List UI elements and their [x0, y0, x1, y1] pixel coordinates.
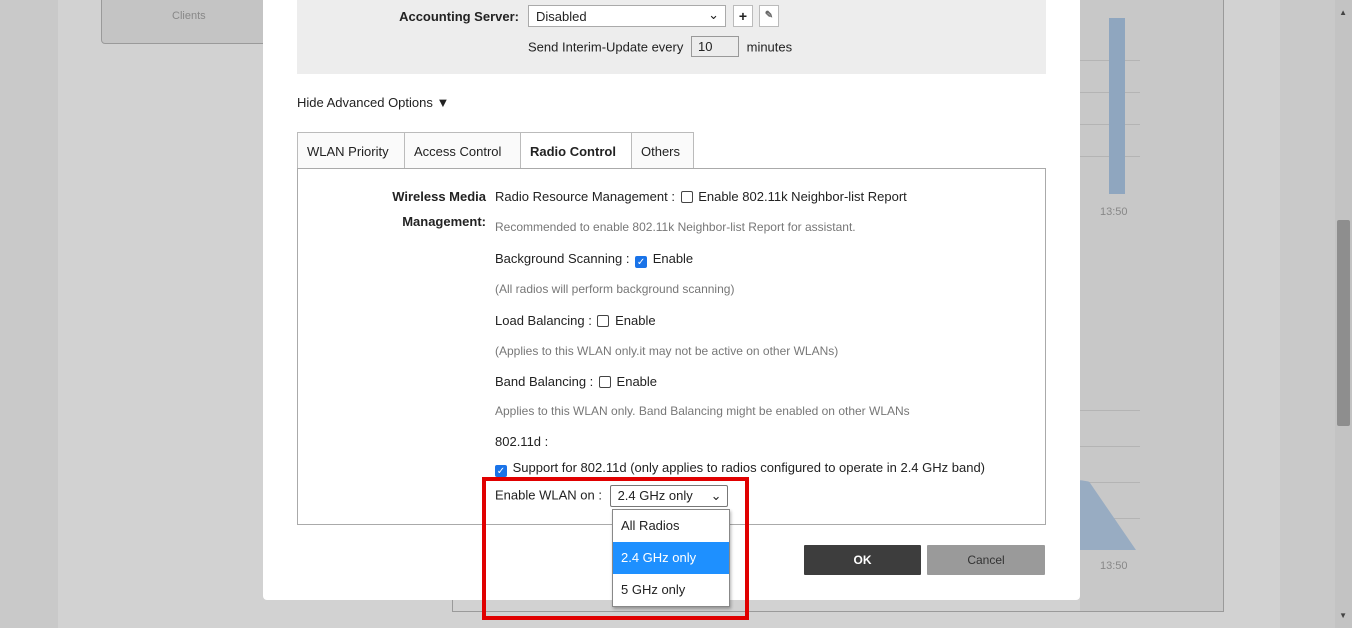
plus-icon[interactable]: +: [733, 5, 753, 27]
management-label: Management:: [402, 214, 486, 229]
rrm-checkbox-label: Enable 802.11k Neighbor-list Report: [698, 189, 907, 204]
interim-suffix: minutes: [746, 39, 793, 55]
accounting-section: Accounting Server: Disabled ⌄ + ✎ Send I…: [297, 0, 1046, 74]
band-balancing-checkbox-label: Enable: [616, 374, 658, 389]
chart-gridline: [1080, 446, 1140, 447]
scroll-down-icon[interactable]: ▼: [1339, 611, 1347, 620]
band-balancing-label: Band Balancing :: [495, 374, 594, 389]
background-scanning-checkbox-label: Enable: [652, 251, 694, 266]
band-balancing-checkbox[interactable]: [598, 376, 611, 388]
accounting-server-value: Disabled: [536, 9, 587, 24]
background-scanning-checkbox[interactable]: ✓: [635, 256, 648, 268]
interim-update-row: Send Interim-Update every 10 minutes: [528, 36, 793, 57]
band-balancing-row: Band Balancing : Enable: [495, 374, 657, 389]
page-scrollbar[interactable]: ▲ ▼: [1335, 0, 1352, 628]
ok-button[interactable]: OK: [804, 545, 921, 575]
chart-tick-label: 13:50: [1100, 206, 1128, 218]
tab-radio-control[interactable]: Radio Control: [520, 132, 632, 170]
interim-minutes-input[interactable]: 10: [690, 36, 739, 57]
rrm-label: Radio Resource Management :: [495, 189, 675, 204]
load-balancing-row: Load Balancing : Enable: [495, 313, 656, 328]
background-scanning-row: Background Scanning : ✓ Enable: [495, 251, 693, 268]
cancel-button[interactable]: Cancel: [927, 545, 1045, 575]
chart-gridline: [1080, 410, 1140, 411]
clients-label: Clients: [172, 10, 206, 22]
wireless-media-label: Wireless Media: [392, 189, 486, 204]
background-scanning-hint: (All radios will perform background scan…: [495, 282, 735, 296]
clients-card: [101, 0, 273, 44]
scroll-thumb[interactable]: [1337, 220, 1350, 426]
interim-prefix: Send Interim-Update every: [528, 39, 684, 55]
d11-checkbox-label: Support for 802.11d (only applies to rad…: [512, 460, 986, 475]
scroll-up-icon[interactable]: ▲: [1339, 8, 1347, 17]
d11-label: 802.11d :: [495, 434, 549, 449]
load-balancing-checkbox[interactable]: [597, 315, 610, 327]
divider: [452, 598, 453, 612]
radio-control-panel: Wireless Media Management: Radio Resourc…: [297, 168, 1046, 525]
pencil-icon[interactable]: ✎: [759, 5, 779, 27]
rrm-row: Radio Resource Management : Enable 802.1…: [495, 189, 907, 204]
tab-wlan-priority[interactable]: WLAN Priority: [297, 132, 405, 169]
d11-row: ✓ Support for 802.11d (only applies to r…: [495, 460, 985, 477]
chart-tick-label: 13:50: [1100, 560, 1128, 572]
load-balancing-hint: (Applies to this WLAN only.it may not be…: [495, 344, 839, 358]
tab-access-control[interactable]: Access Control: [404, 132, 521, 169]
tab-others[interactable]: Others: [631, 132, 694, 169]
background-scanning-label: Background Scanning :: [495, 251, 630, 266]
highlight-annotation-box: [482, 477, 749, 620]
band-balancing-hint: Applies to this WLAN only. Band Balancin…: [495, 404, 910, 418]
accounting-server-label: Accounting Server:: [399, 9, 519, 24]
load-balancing-checkbox-label: Enable: [615, 313, 656, 328]
chevron-down-icon: ⌄: [708, 7, 719, 22]
load-balancing-label: Load Balancing :: [495, 313, 592, 328]
hide-advanced-options-link[interactable]: Hide Advanced Options ▼: [297, 95, 449, 110]
chart-bar: [1109, 18, 1125, 194]
d11-checkbox[interactable]: ✓: [495, 465, 507, 477]
rrm-hint: Recommended to enable 802.11k Neighbor-l…: [495, 220, 856, 234]
accounting-server-select[interactable]: Disabled ⌄: [528, 5, 726, 27]
rrm-checkbox[interactable]: [680, 191, 693, 203]
